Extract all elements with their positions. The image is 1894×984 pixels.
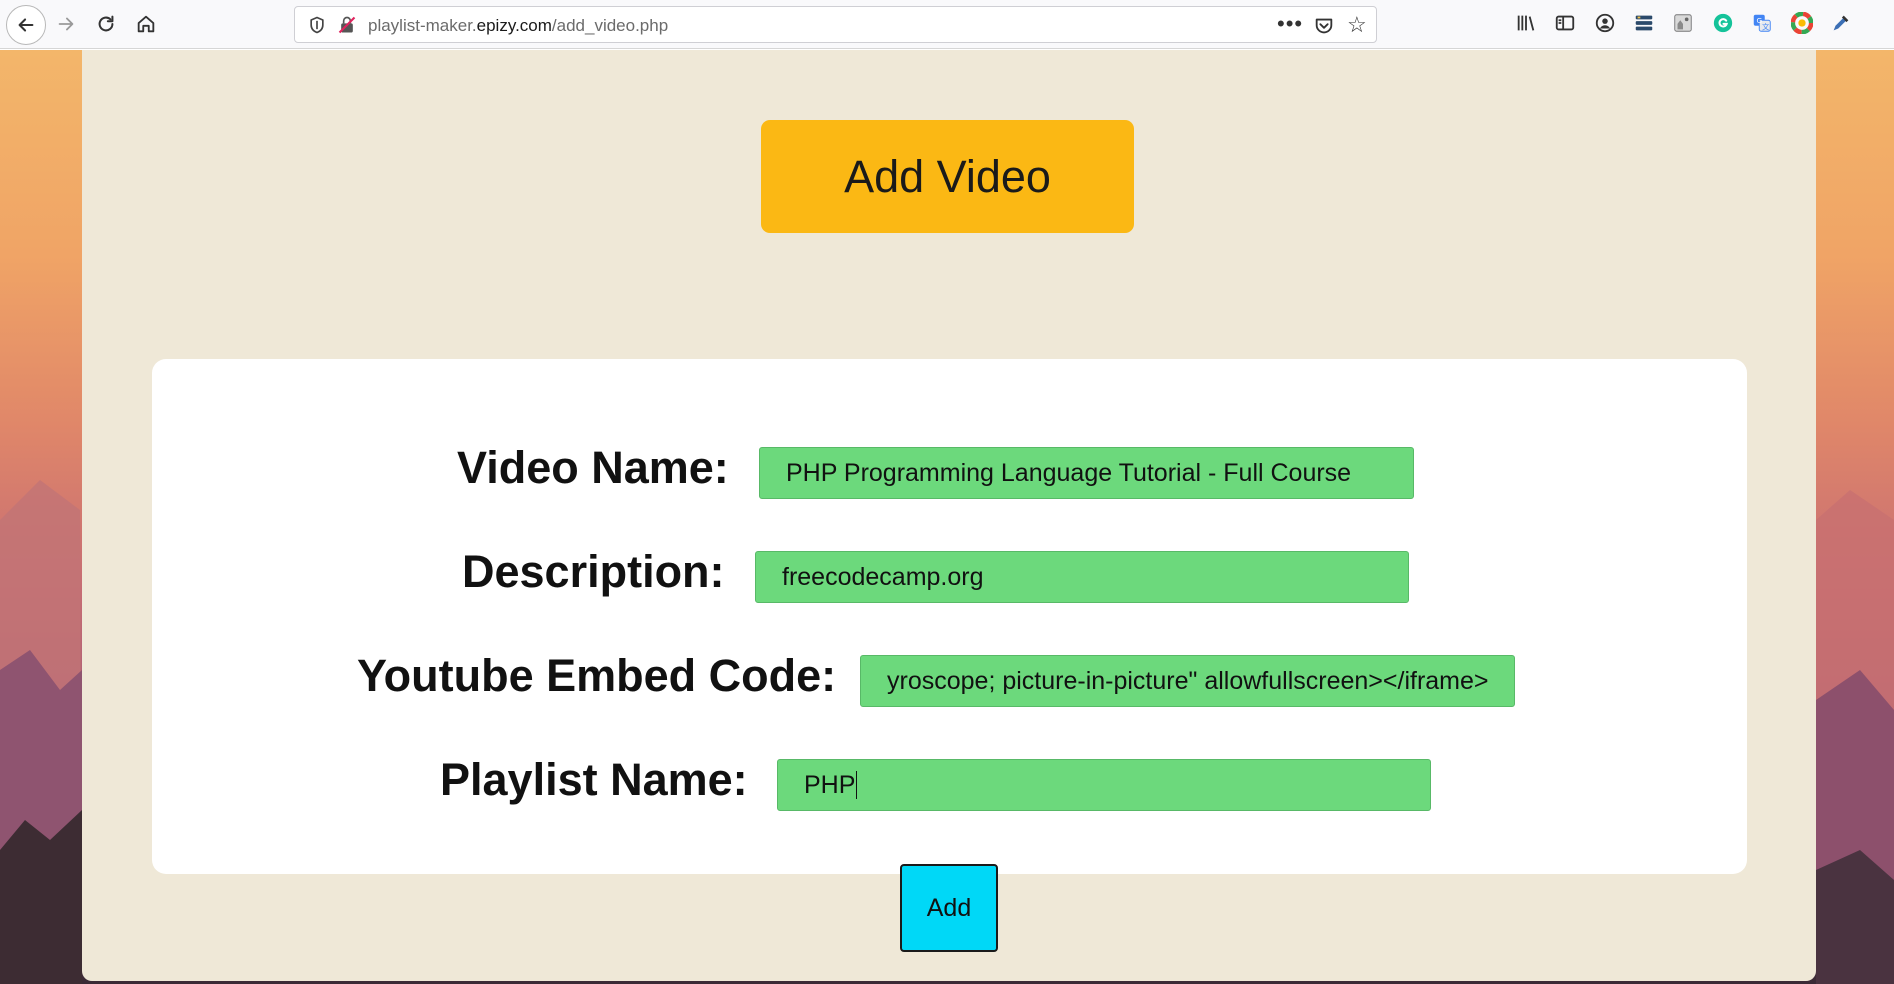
bookmark-star-icon[interactable]: ☆ (1347, 13, 1371, 37)
pocket-icon[interactable] (1313, 15, 1335, 37)
home-icon[interactable] (129, 7, 163, 41)
add-button[interactable]: Add (900, 864, 998, 952)
insecure-lock-icon[interactable] (337, 15, 357, 35)
address-bar[interactable]: playlist-maker.epizy.com/add_video.php •… (294, 6, 1377, 43)
playlist-name-value: PHP (804, 770, 856, 799)
eyedropper-icon[interactable] (1829, 11, 1853, 35)
text-caret (856, 771, 858, 799)
url-domain: epizy.com (476, 16, 552, 35)
playlist-name-input[interactable]: PHP (777, 759, 1431, 811)
sidebar-icon[interactable] (1553, 11, 1577, 35)
menu-extension-icon[interactable] (1632, 11, 1656, 35)
translate-icon[interactable]: G文 (1750, 11, 1774, 35)
color-wheel-icon[interactable] (1790, 11, 1814, 35)
video-name-label: Video Name: (457, 442, 729, 493)
photo-extension-icon[interactable] (1671, 11, 1695, 35)
library-icon[interactable] (1514, 11, 1538, 35)
page-title-banner: Add Video (761, 120, 1134, 233)
page-actions-icon[interactable]: ••• (1277, 11, 1303, 37)
page-title: Add Video (844, 150, 1051, 202)
youtube-embed-code-label: Youtube Embed Code: (357, 650, 837, 701)
reload-icon[interactable] (89, 7, 123, 41)
url-path: /add_video.php (551, 16, 669, 35)
account-icon[interactable] (1593, 11, 1617, 35)
shield-icon[interactable] (307, 15, 327, 35)
url-prefix: playlist-maker. (368, 16, 477, 35)
youtube-embed-code-input[interactable]: yroscope; picture-in-picture" allowfulls… (860, 655, 1515, 707)
url-text[interactable]: playlist-maker.epizy.com/add_video.php (368, 16, 668, 36)
browser-toolbar: playlist-maker.epizy.com/add_video.php •… (0, 0, 1894, 49)
grammarly-icon[interactable] (1711, 11, 1735, 35)
description-input[interactable]: freecodecamp.org (755, 551, 1409, 603)
playlist-name-label: Playlist Name: (440, 754, 748, 805)
svg-text:文: 文 (1762, 22, 1770, 31)
forward-arrow-icon[interactable] (49, 7, 83, 41)
video-name-input[interactable]: PHP Programming Language Tutorial - Full… (759, 447, 1414, 499)
description-label: Description: (462, 546, 725, 597)
back-arrow-icon[interactable] (6, 5, 46, 45)
